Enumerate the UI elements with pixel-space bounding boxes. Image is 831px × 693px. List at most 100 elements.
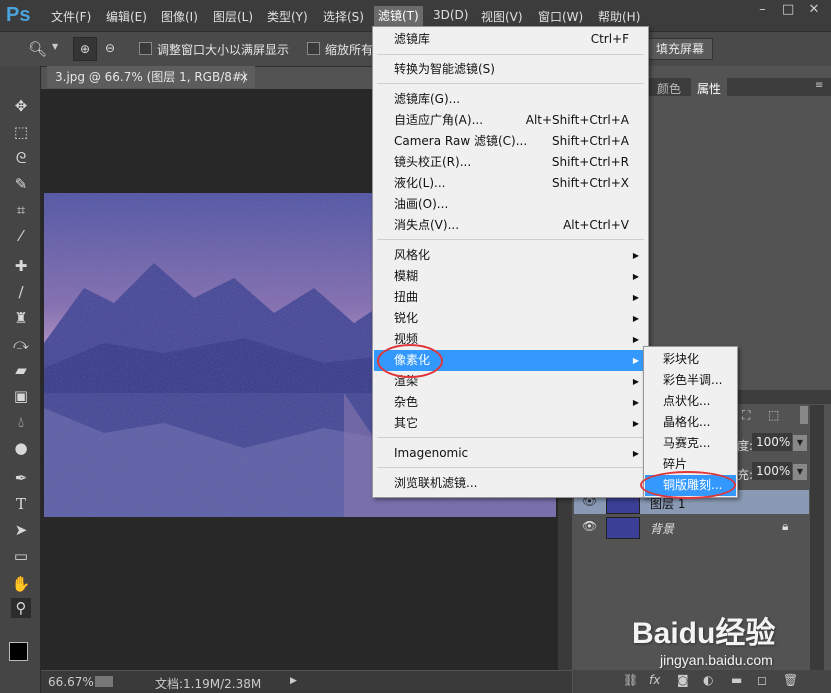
menu-type[interactable]: 类型(Y) (267, 8, 308, 25)
tools-panel: ✥ ⬚ ᘓ ✎ ⌗ ⁄ ✚ ∕ ♜ ⤼ ▰ ▣ 💧︎ ● ✒ T ➤ ▭ ✋ ⚲ (0, 66, 41, 693)
path-selection-tool-icon[interactable]: ➤ (11, 520, 31, 540)
artboard-icon[interactable]: ⛶ (742, 408, 750, 423)
adjustment-icon[interactable]: ◐ (703, 673, 713, 687)
menu-item-distort[interactable]: 扭曲 ▶ (374, 287, 647, 308)
close-button[interactable]: ✕ (803, 2, 825, 20)
menu-item-sharpen[interactable]: 锐化 ▶ (374, 308, 647, 329)
layer-row[interactable]: 👁︎ 背景 🔒︎ (574, 515, 809, 539)
foreground-color-swatch[interactable] (9, 642, 28, 661)
menu-filter[interactable]: 滤镜(T) (374, 6, 423, 26)
resize-windows-label: 调整窗口大小以满屏显示 (157, 43, 290, 57)
menu-item-other[interactable]: 其它 ▶ (374, 413, 647, 434)
lasso-tool-icon[interactable]: ᘓ (11, 148, 31, 168)
menu-item-stylize[interactable]: 风格化 ▶ (374, 245, 647, 266)
close-tab-icon[interactable]: × (239, 66, 249, 88)
submenu-item-mosaic[interactable]: 马赛克... (645, 433, 736, 454)
pen-tool-icon[interactable]: ✒ (11, 468, 31, 488)
blur-tool-icon[interactable]: 💧︎ (11, 412, 31, 432)
panel-menu-icon[interactable]: ≡ (815, 80, 823, 91)
fx-icon[interactable]: fx (649, 673, 660, 687)
menu-item-imagenomic[interactable]: Imagenomic ▶ (374, 443, 647, 464)
menu-item-filter-gallery-last[interactable]: 滤镜库 Ctrl+F (374, 29, 647, 50)
resize-windows-checkbox[interactable] (139, 41, 152, 55)
play-icon[interactable]: ▶ (290, 676, 297, 686)
menu-item-adaptive-wide-angle[interactable]: 自适应广角(A)... Alt+Shift+Ctrl+A (374, 110, 647, 131)
fill-screen-button[interactable]: 填充屏幕 (647, 38, 714, 60)
submenu-item-facet[interactable]: 彩块化 (645, 349, 736, 370)
trash-icon[interactable]: 🗑︎ (783, 673, 798, 687)
submenu-arrow-icon: ▶ (632, 356, 639, 365)
status-preview-icon (95, 676, 113, 687)
fill-dropdown-icon[interactable]: ▼ (793, 464, 807, 480)
menu-separator (377, 467, 644, 468)
menu-select[interactable]: 选择(S) (323, 8, 364, 25)
zoom-all-checkbox[interactable] (307, 41, 320, 55)
move-tool-icon[interactable]: ✥ (11, 96, 31, 116)
history-brush-tool-icon[interactable]: ⤼ (11, 334, 31, 354)
menu-item-liquify[interactable]: 液化(L)... Shift+Ctrl+X (374, 173, 647, 194)
layers-footer: ⛓ fx ◙ ◐ ▬ ◻ 🗑︎ (573, 670, 831, 693)
hand-tool-icon[interactable]: ✋ (11, 574, 31, 594)
layers-scrollbar[interactable] (810, 405, 824, 670)
chevron-down-icon[interactable]: ▼ (52, 42, 58, 51)
menu-item-filter-gallery[interactable]: 滤镜库(G)... (374, 89, 647, 110)
menu-item-vanishing-point[interactable]: 消失点(V)... Alt+Ctrl+V (374, 215, 647, 236)
healing-brush-tool-icon[interactable]: ✚ (11, 256, 31, 276)
zoom-in-icon[interactable]: ⊕ (73, 37, 97, 61)
zoom-tool-icon[interactable]: ⚲ (11, 598, 31, 618)
menu-file[interactable]: 文件(F) (51, 8, 91, 25)
mask-icon[interactable]: ◙ (677, 673, 689, 687)
submenu-arrow-icon: ▶ (632, 419, 639, 428)
zoom-out-icon[interactable]: ⊖ (99, 37, 121, 59)
eyedropper-tool-icon[interactable]: ⁄ (11, 226, 31, 246)
eraser-tool-icon[interactable]: ▰ (11, 360, 31, 380)
menu-edit[interactable]: 编辑(E) (106, 8, 147, 25)
clone-stamp-tool-icon[interactable]: ♜ (11, 308, 31, 328)
submenu-arrow-icon: ▶ (632, 314, 639, 323)
menu-view[interactable]: 视图(V) (481, 8, 523, 25)
link-layers-icon[interactable]: ⛓ (623, 673, 638, 687)
annotation-circle-pixelate (377, 344, 443, 378)
submenu-item-pointillize[interactable]: 点状化... (645, 391, 736, 412)
menu-item-smart-filter[interactable]: 转换为智能滤镜(S) (374, 59, 647, 80)
menu-image[interactable]: 图像(I) (161, 8, 198, 25)
minimize-button[interactable]: – (751, 2, 773, 20)
menu-item-noise[interactable]: 杂色 ▶ (374, 392, 647, 413)
zoom-level[interactable]: 66.67% (48, 675, 94, 689)
submenu-item-color-halftone[interactable]: 彩色半调... (645, 370, 736, 391)
menu-help[interactable]: 帮助(H) (598, 8, 640, 25)
document-tab[interactable]: 3.jpg @ 66.7% (图层 1, RGB/8#) * × (47, 66, 255, 106)
layer-name[interactable]: 背景 (650, 520, 674, 537)
menu-layer[interactable]: 图层(L) (213, 8, 253, 25)
submenu-item-crystallize[interactable]: 晶格化... (645, 412, 736, 433)
tab-properties[interactable]: 属性 (691, 78, 728, 99)
restore-button[interactable]: □ (777, 2, 799, 20)
type-tool-icon[interactable]: T (11, 494, 31, 514)
brush-tool-icon[interactable]: ∕ (11, 282, 31, 302)
menu-item-browse-filters-online[interactable]: 浏览联机滤镜... (374, 473, 647, 494)
menu-item-camera-raw[interactable]: Camera Raw 滤镜(C)... Shift+Ctrl+A (374, 131, 647, 152)
opacity-dropdown-icon[interactable]: ▼ (793, 435, 807, 451)
window-controls: – □ ✕ (751, 2, 825, 20)
menu-item-blur[interactable]: 模糊 ▶ (374, 266, 647, 287)
eye-icon[interactable]: 👁︎ (582, 519, 597, 533)
menu-3d[interactable]: 3D(D) (433, 8, 468, 22)
menu-item-lens-correction[interactable]: 镜头校正(R)... Shift+Ctrl+R (374, 152, 647, 173)
new-layer-icon[interactable]: ◻ (757, 673, 767, 687)
filter-toggle-icon[interactable] (800, 406, 808, 424)
zoom-tool-icon[interactable]: 🔍︎ (28, 40, 47, 58)
quick-select-tool-icon[interactable]: ✎ (11, 174, 31, 194)
menu-window[interactable]: 窗口(W) (538, 8, 583, 25)
tab-color[interactable]: 颜色 (657, 80, 681, 97)
transform-icon[interactable]: ⬚ (768, 408, 779, 422)
rectangle-tool-icon[interactable]: ▭ (11, 546, 31, 566)
menu-item-oil-paint[interactable]: 油画(O)... (374, 194, 647, 215)
marquee-tool-icon[interactable]: ⬚ (11, 122, 31, 142)
group-icon[interactable]: ▬ (731, 673, 742, 687)
dodge-tool-icon[interactable]: ● (11, 438, 31, 458)
opacity-input[interactable]: 100% (752, 433, 792, 451)
fill-input[interactable]: 100% (752, 462, 792, 480)
gradient-tool-icon[interactable]: ▣ (11, 386, 31, 406)
layer-thumbnail (606, 517, 640, 539)
crop-tool-icon[interactable]: ⌗ (11, 200, 31, 220)
